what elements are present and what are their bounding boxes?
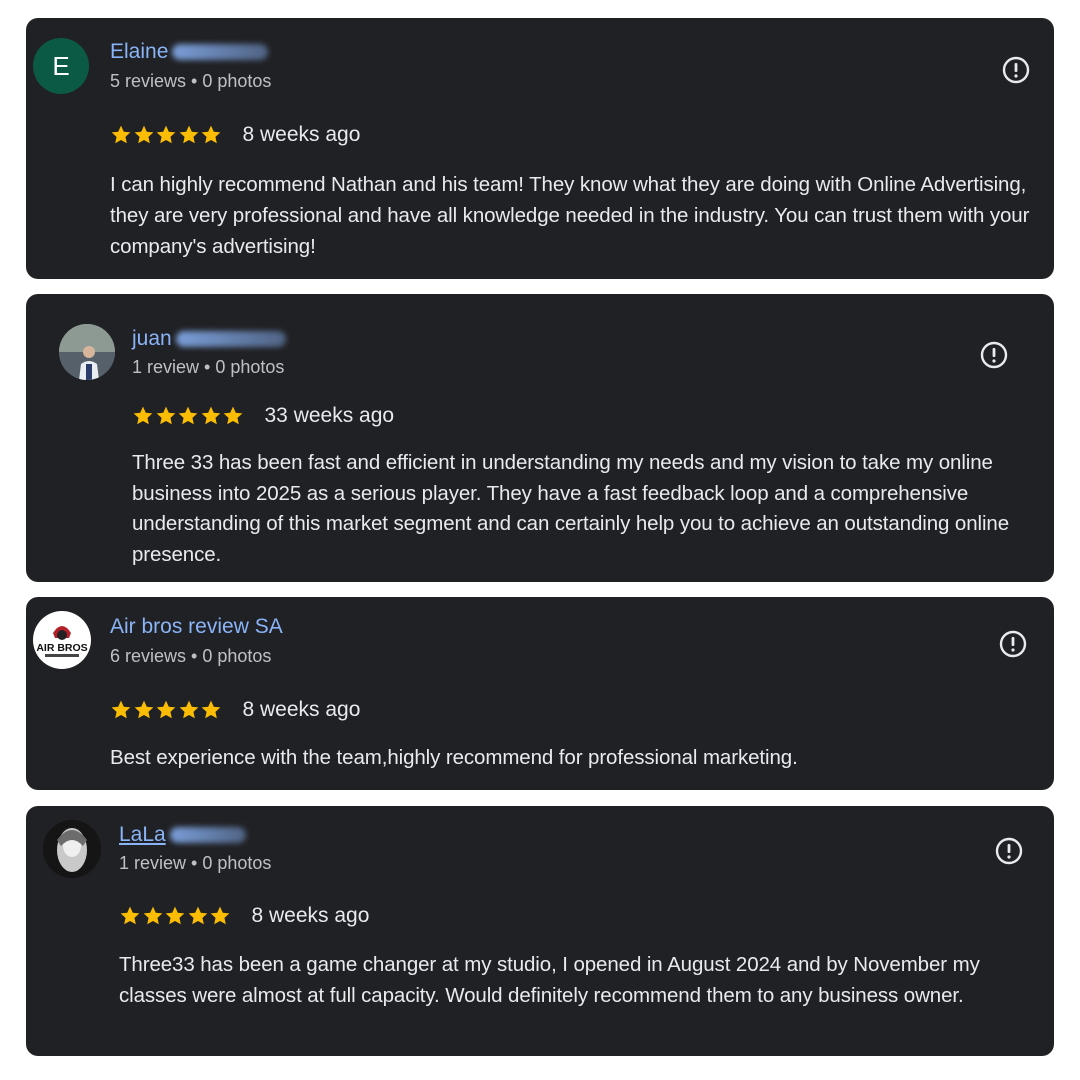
redacted-name	[169, 827, 246, 844]
redacted-name	[172, 44, 269, 61]
report-flag-icon[interactable]	[1002, 56, 1030, 84]
svg-text:AIR BROS: AIR BROS	[36, 642, 87, 654]
reviewer-name[interactable]: LaLa	[119, 823, 246, 847]
reviewer-name-text[interactable]: Elaine	[110, 40, 168, 63]
person-photo-icon	[59, 324, 115, 380]
reviewer-name-text[interactable]: juan	[132, 327, 172, 350]
star-icon	[134, 700, 153, 719]
review-time: 33 weeks ago	[264, 404, 395, 427]
star-icon	[111, 700, 131, 719]
review-card: juan 1 review • 0 photos 33 weeks ago Th…	[26, 294, 1054, 582]
review-time: 8 weeks ago	[242, 123, 361, 146]
review-text: Best experience with the team,highly rec…	[110, 746, 798, 769]
report-flag-icon[interactable]	[999, 630, 1027, 658]
star-icon	[120, 906, 140, 925]
rating-row: 8 weeks ago	[119, 904, 369, 928]
avatar[interactable]: AIR BROS	[33, 611, 91, 669]
reviewer-meta: 5 reviews • 0 photos	[110, 71, 272, 91]
star-icon	[179, 700, 198, 719]
reviewer-meta: 1 review • 0 photos	[119, 853, 272, 873]
review-card: E Elaine 5 reviews • 0 photos 8 weeks ag…	[26, 18, 1054, 279]
star-icon	[156, 700, 176, 719]
review-text: Three 33 has been fast and efficient in …	[132, 451, 1010, 566]
star-icon	[210, 906, 230, 925]
star-icon	[188, 906, 207, 925]
review-card: LaLa 1 review • 0 photos 8 weeks ago Thr…	[26, 806, 1054, 1056]
reviewer-name[interactable]: juan	[132, 327, 286, 351]
star-icon	[223, 406, 243, 425]
star-icon	[179, 125, 198, 144]
reviewer-meta: 1 review • 0 photos	[132, 357, 285, 377]
star-icon	[178, 406, 198, 425]
star-icon	[201, 406, 220, 425]
review-card: AIR BROS Air bros review SA 6 reviews • …	[26, 597, 1054, 790]
reviewer-name[interactable]: Air bros review SA	[110, 615, 283, 639]
report-flag-icon[interactable]	[980, 341, 1008, 369]
star-rating	[110, 124, 223, 146]
review-text: I can highly recommend Nathan and his te…	[110, 173, 1030, 258]
star-icon	[201, 125, 221, 144]
avatar-letter: E	[52, 50, 70, 81]
star-icon	[111, 125, 131, 144]
redacted-name	[175, 331, 286, 348]
star-rating	[132, 405, 245, 427]
star-icon	[156, 406, 175, 425]
report-flag-icon[interactable]	[995, 837, 1023, 865]
star-icon	[156, 125, 176, 144]
avatar[interactable]	[43, 820, 101, 878]
avatar[interactable]: E	[33, 38, 89, 94]
rating-row: 8 weeks ago	[110, 123, 360, 147]
star-icon	[165, 906, 185, 925]
reviewer-name[interactable]: Elaine	[110, 40, 269, 64]
star-rating	[110, 699, 223, 721]
star-icon	[133, 406, 153, 425]
rating-row: 8 weeks ago	[110, 698, 360, 722]
star-icon	[134, 125, 153, 144]
review-text: Three33 has been a game changer at my st…	[119, 953, 980, 1007]
star-icon	[201, 700, 221, 719]
avatar[interactable]	[59, 324, 115, 380]
air-bros-logo-icon: AIR BROS	[34, 612, 90, 668]
reviewer-meta: 6 reviews • 0 photos	[110, 646, 272, 666]
person-photo-icon	[43, 820, 101, 878]
rating-row: 33 weeks ago	[132, 404, 394, 428]
review-time: 8 weeks ago	[251, 904, 370, 927]
reviewer-name-text[interactable]: LaLa	[119, 823, 166, 846]
star-icon	[143, 906, 162, 925]
review-time: 8 weeks ago	[242, 698, 361, 721]
star-rating	[119, 905, 232, 927]
